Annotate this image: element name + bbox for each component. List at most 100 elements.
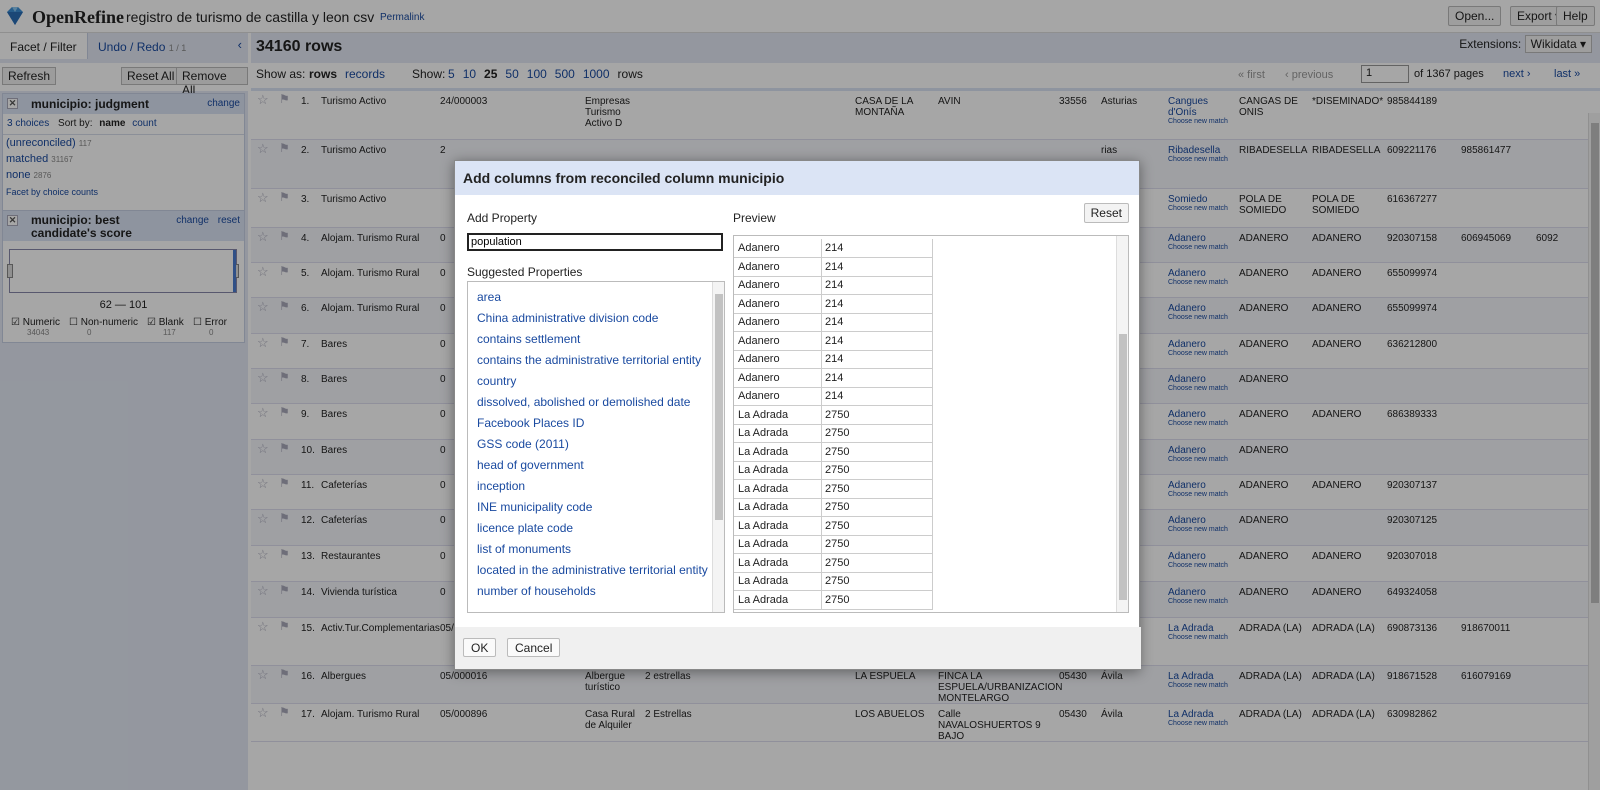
suggested-property-item[interactable]: China administrative division code <box>477 311 658 325</box>
preview-population: 214 <box>825 316 844 328</box>
preview-population: 2750 <box>825 538 850 550</box>
preview-municipio: Adanero <box>738 260 780 273</box>
preview-cell-divider <box>821 498 822 517</box>
suggested-property-item[interactable]: list of monuments <box>477 542 571 556</box>
preview-population: 2750 <box>825 464 850 476</box>
preview-cell-divider <box>821 350 822 369</box>
suggested-property-item[interactable]: inception <box>477 479 525 493</box>
preview-row: Adanero 214 <box>734 313 933 332</box>
preview-cell-divider <box>821 257 822 277</box>
preview-row: La Adrada 2750 <box>734 442 933 462</box>
preview-municipio: Adanero <box>738 390 780 402</box>
preview-municipio: La Adrada <box>738 501 789 513</box>
preview-row: La Adrada 2750 <box>734 405 933 425</box>
preview-cell-divider <box>821 535 822 554</box>
preview-population: 2750 <box>825 575 850 587</box>
suggested-property-item[interactable]: INE municipality code <box>477 500 592 514</box>
preview-municipio: La Adrada <box>738 593 789 606</box>
suggested-property-item[interactable]: GSS code (2011) <box>477 437 569 451</box>
preview-municipio: La Adrada <box>738 445 789 458</box>
preview-row: Adanero 214 <box>734 368 933 388</box>
preview-cell-divider <box>821 553 822 573</box>
preview-population: 214 <box>825 297 844 310</box>
preview-municipio: Adanero <box>738 316 780 328</box>
preview-population: 2750 <box>825 519 850 532</box>
suggestions-scrollbar[interactable] <box>712 282 724 612</box>
cancel-button[interactable]: Cancel <box>507 638 561 657</box>
preview-municipio: Adanero <box>738 371 780 384</box>
suggested-property-item[interactable]: country <box>477 374 516 388</box>
ok-button[interactable]: OK <box>463 638 497 657</box>
preview-municipio: La Adrada <box>738 556 789 569</box>
preview-population: 214 <box>825 390 844 402</box>
suggested-property-item[interactable]: head of government <box>477 458 584 472</box>
preview-scrollbar[interactable] <box>1116 236 1128 612</box>
preview-municipio: La Adrada <box>738 575 789 587</box>
suggested-property-item[interactable]: licence plate code <box>477 521 573 535</box>
preview-cell-divider <box>821 313 822 332</box>
property-search-input[interactable] <box>467 233 723 251</box>
preview-population: 2750 <box>825 445 850 458</box>
suggested-properties-list: area China administrative division code co… <box>467 281 725 613</box>
preview-cell-divider <box>821 461 822 480</box>
suggested-property-item[interactable]: Facebook Places ID <box>477 416 584 430</box>
dialog-title: Add columns from reconciled column munic… <box>455 161 1139 195</box>
dialog-body: Add Property Suggested Properties area Ch… <box>455 195 1141 629</box>
suggested-property-item[interactable]: located in the administrative territoria… <box>477 563 708 577</box>
preview-population: 214 <box>825 242 844 254</box>
preview-municipio: La Adrada <box>738 427 789 439</box>
preview-municipio: La Adrada <box>738 519 789 532</box>
preview-municipio: Adanero <box>738 279 780 291</box>
dialog-footer: OK Cancel <box>455 627 1141 669</box>
preview-municipio: Adanero <box>738 242 780 254</box>
suggested-property-item[interactable]: dissolved, abolished or demolished date <box>477 395 690 409</box>
preview-row: La Adrada 2750 <box>734 516 933 536</box>
suggested-property-item[interactable]: contains the administrative territorial … <box>477 353 701 367</box>
suggested-property-item[interactable]: area <box>477 290 501 304</box>
preview-row: Adanero 214 <box>734 239 933 258</box>
preview-municipio: La Adrada <box>738 538 789 550</box>
scroll-thumb[interactable] <box>1119 334 1127 600</box>
preview-population: 2750 <box>825 408 850 421</box>
preview-population: 2750 <box>825 501 850 513</box>
preview-cell-divider <box>821 331 822 351</box>
preview-population: 2750 <box>825 427 850 439</box>
preview-row: La Adrada 2750 <box>734 590 933 610</box>
preview-cell-divider <box>821 572 822 591</box>
preview-cell-divider <box>821 294 822 314</box>
preview-row: La Adrada 2750 <box>734 535 933 554</box>
scroll-thumb[interactable] <box>715 294 723 520</box>
reset-button[interactable]: Reset <box>1083 203 1129 223</box>
preview-row: Adanero 214 <box>734 350 933 369</box>
preview-row: Adanero 214 <box>734 257 933 277</box>
preview-cell-divider <box>821 516 822 536</box>
preview-population: 214 <box>825 353 844 365</box>
preview-population: 214 <box>825 371 844 384</box>
preview-row: La Adrada 2750 <box>734 479 933 499</box>
suggested-property-item[interactable]: contains settlement <box>477 332 580 346</box>
preview-cell-divider <box>821 276 822 295</box>
preview-population: 214 <box>825 260 844 273</box>
add-property-label: Add Property <box>467 211 538 225</box>
preview-population: 214 <box>825 279 844 291</box>
add-columns-dialog: Add columns from reconciled column munic… <box>454 160 1141 670</box>
suggested-property-item[interactable]: number of households <box>477 584 596 598</box>
preview-row: Adanero 214 <box>734 276 933 295</box>
preview-population: 2750 <box>825 556 850 569</box>
preview-municipio: Adanero <box>738 353 780 365</box>
preview-row: La Adrada 2750 <box>734 424 933 443</box>
preview-cell-divider <box>821 405 822 425</box>
preview-cell-divider <box>821 424 822 443</box>
preview-row: La Adrada 2750 <box>734 461 933 480</box>
preview-cell-divider <box>821 368 822 388</box>
preview-row: La Adrada 2750 <box>734 498 933 517</box>
preview-municipio: La Adrada <box>738 464 789 476</box>
preview-municipio: La Adrada <box>738 482 789 495</box>
preview-cell-divider <box>821 590 822 610</box>
preview-municipio: Adanero <box>738 334 780 347</box>
preview-row: Adanero 214 <box>734 387 933 406</box>
preview-municipio: La Adrada <box>738 408 789 421</box>
preview-label: Preview <box>733 211 776 225</box>
preview-row: Adanero 214 <box>734 331 933 351</box>
preview-population: 2750 <box>825 482 850 495</box>
